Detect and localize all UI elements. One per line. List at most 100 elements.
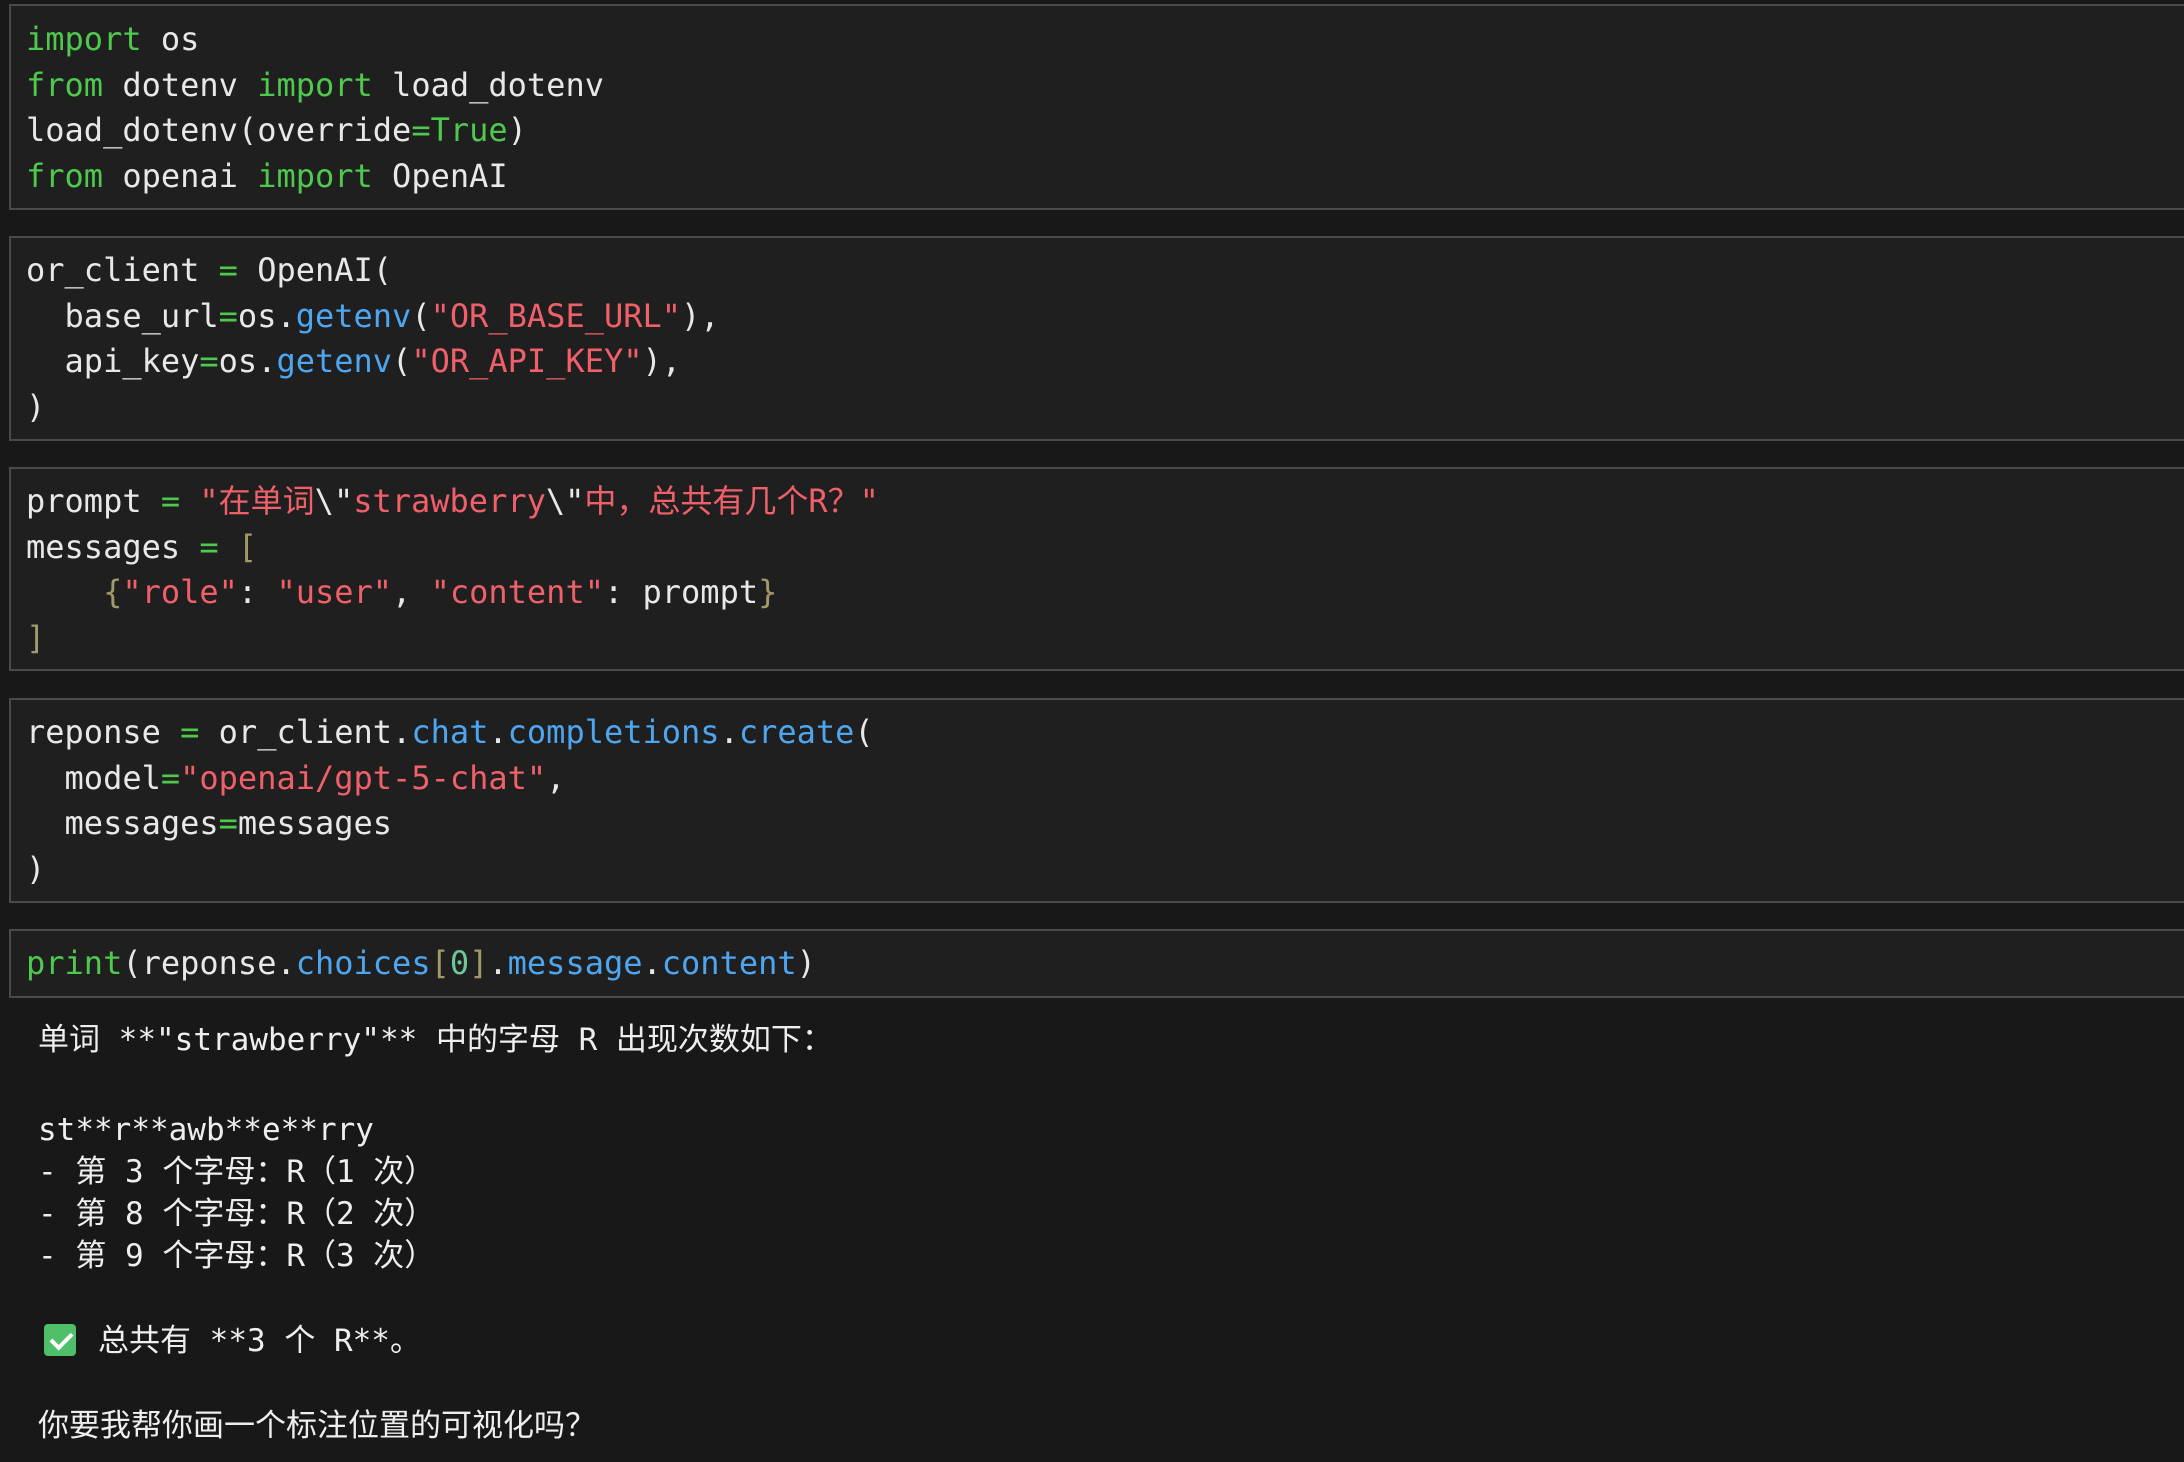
code-token: OpenAI — [372, 156, 508, 195]
code-token: print — [26, 944, 123, 982]
output-line: - 第 3 个字母：R（1 次） — [38, 1154, 436, 1190]
code-token: completions — [507, 713, 720, 751]
code-line: from dotenv import load_dotenv — [26, 63, 2184, 109]
code-token: prompt — [26, 482, 161, 520]
code-line: load_dotenv(override=True) — [26, 108, 2184, 154]
code-token: . — [488, 713, 508, 751]
code-token: . — [488, 944, 508, 982]
code-token: dotenv — [103, 65, 258, 104]
code-token: ( — [411, 296, 431, 335]
code-token: import — [26, 20, 142, 58]
code-token: "OR_BASE_URL" — [430, 296, 682, 335]
code-token: = — [411, 111, 431, 149]
code-token: 中，总共有几个R？" — [584, 482, 879, 520]
code-token: . — [642, 944, 662, 982]
code-token: { — [103, 573, 123, 611]
code-token: = — [160, 482, 181, 520]
code-token: reponse — [26, 713, 181, 751]
code-token: (reponse. — [122, 944, 296, 982]
code-cell-5[interactable]: print(reponse.choices[0].message.content… — [9, 929, 2184, 998]
code-token: [ — [430, 944, 450, 982]
code-token: ), — [681, 296, 720, 335]
output-line: - 第 9 个字母：R（3 次） — [38, 1238, 436, 1274]
code-token: or_client — [26, 251, 219, 289]
code-token: os — [141, 20, 200, 58]
code-line: api_key=os.getenv("OR_API_KEY"), — [26, 339, 2184, 385]
code-token: = — [218, 804, 238, 842]
code-token: True — [430, 111, 508, 149]
code-token: : — [237, 573, 277, 611]
code-token: "openai/gpt-5-chat" — [180, 758, 547, 797]
code-token: \" — [314, 482, 354, 520]
code-token: } — [758, 573, 778, 611]
code-token: [ — [237, 527, 258, 566]
code-token: from — [26, 65, 104, 104]
code-token: openai — [103, 156, 258, 195]
code-line: print(reponse.choices[0].message.content… — [26, 941, 2184, 987]
code-token: : prompt — [603, 573, 759, 611]
code-token: = — [199, 527, 219, 566]
code-line: base_url=os.getenv("OR_BASE_URL"), — [26, 294, 2184, 340]
code-line: import os — [26, 17, 2184, 63]
code-token: "role" — [122, 573, 238, 611]
code-token: api_key — [26, 342, 200, 380]
code-token: = — [160, 758, 181, 797]
code-token: os. — [237, 296, 296, 335]
code-token: base_url — [26, 296, 219, 335]
code-token: , — [546, 758, 566, 797]
code-token: . — [719, 713, 739, 751]
code-cell-1[interactable]: import os from dotenv import load_dotenv l… — [9, 4, 2184, 210]
code-token: ) — [507, 111, 527, 149]
code-token: load_dotenv — [372, 65, 604, 104]
code-line: {"role": "user", "content": prompt} — [26, 570, 2184, 616]
code-token: create — [738, 713, 855, 751]
code-token: choices — [295, 944, 431, 982]
code-line: messages=messages — [26, 801, 2184, 847]
code-cell-3[interactable]: prompt = "在单词\"strawberry\"中，总共有几个R？" mes… — [9, 467, 2184, 671]
code-token: = — [199, 342, 219, 380]
code-token: ] — [26, 618, 46, 657]
output-line: st**r**awb**e**rry — [38, 1112, 374, 1148]
code-cell-2[interactable]: or_client = OpenAI( base_url=os.getenv("… — [9, 236, 2184, 441]
code-token: load_dotenv(override — [26, 111, 412, 149]
code-line: prompt = "在单词\"strawberry\"中，总共有几个R？" — [26, 479, 2184, 525]
code-token: content — [661, 944, 797, 982]
code-line: model="openai/gpt-5-chat", — [26, 756, 2184, 802]
cell-output: 单词 **"strawberry"** 中的字母 R 出现次数如下： st**r… — [38, 1018, 2138, 1444]
code-line: messages = [ — [26, 525, 2184, 571]
code-token: ( — [392, 342, 412, 380]
code-cell-4[interactable]: reponse = or_client.chat.completions.cre… — [9, 698, 2184, 903]
output-line: - 第 8 个字母：R（2 次） — [38, 1196, 436, 1232]
code-line: ) — [26, 385, 2184, 431]
code-token: "在单词 — [199, 482, 315, 520]
code-token: import — [257, 65, 373, 104]
code-token: getenv — [295, 296, 412, 335]
code-token: import — [257, 156, 373, 195]
code-token: or_client. — [199, 713, 412, 751]
code-token: \" — [545, 482, 585, 520]
code-line: ] — [26, 616, 2184, 662]
code-token: ) — [796, 944, 816, 982]
code-line: or_client = OpenAI( — [26, 248, 2184, 294]
code-token: = — [218, 251, 238, 289]
code-token: "OR_API_KEY" — [411, 342, 643, 380]
code-line: reponse = or_client.chat.completions.cre… — [26, 710, 2184, 756]
output-summary-text: 总共有 **3 个 R**。 — [98, 1323, 421, 1359]
code-token: chat — [411, 713, 489, 751]
code-token: from — [26, 156, 104, 195]
code-token: ) — [26, 849, 46, 888]
code-token: ) — [26, 387, 46, 426]
code-token: = — [180, 713, 200, 751]
code-token: ( — [854, 713, 874, 751]
code-token: ] — [469, 944, 489, 982]
output-line: 单词 **"strawberry"** 中的字母 R 出现次数如下： — [38, 1022, 833, 1058]
code-token: , — [392, 573, 431, 611]
code-token: ), — [642, 342, 682, 380]
code-token: messages — [237, 804, 393, 842]
code-token: model — [26, 758, 161, 797]
output-summary-line: 总共有 **3 个 R**。 — [38, 1319, 421, 1363]
output-line: 你要我帮你画一个标注位置的可视化吗？ — [38, 1408, 596, 1444]
code-token: OpenAI( — [237, 251, 393, 289]
